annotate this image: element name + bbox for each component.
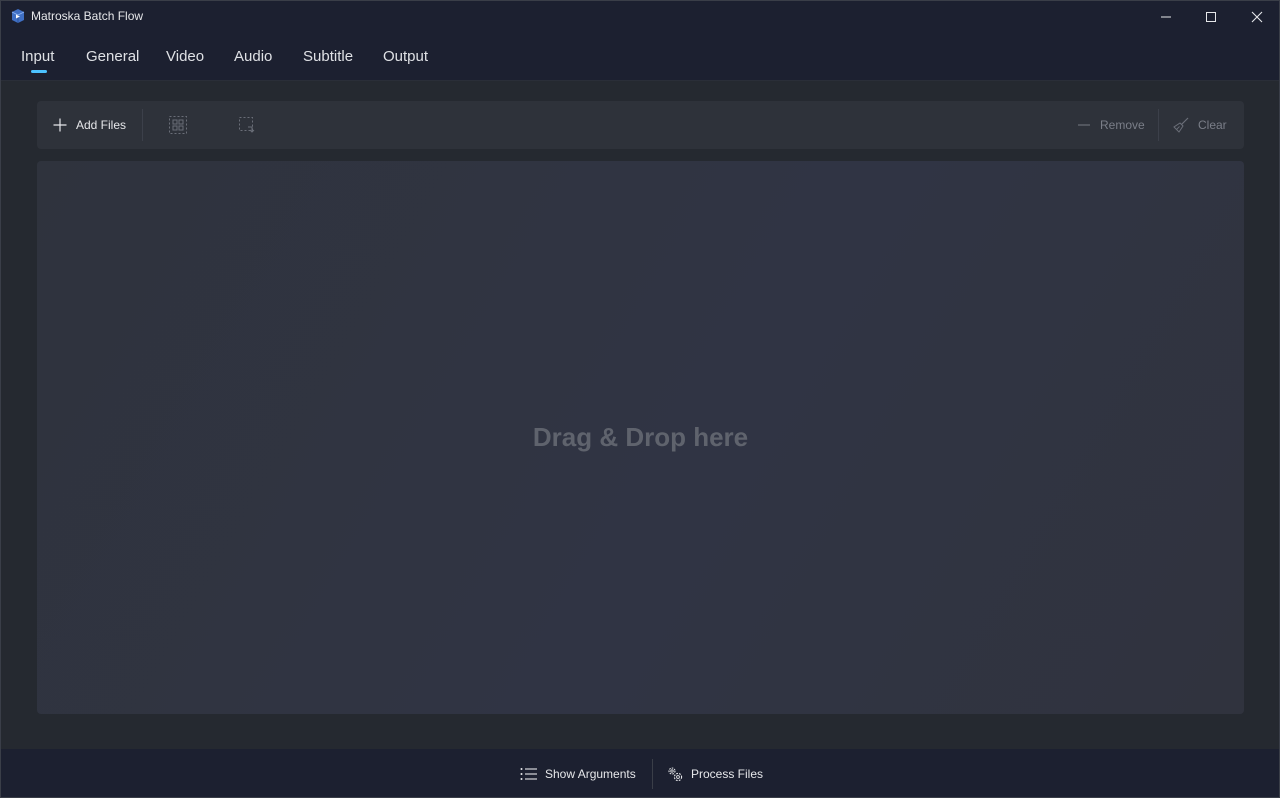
show-arguments-button[interactable]: Show Arguments <box>520 749 636 797</box>
select-all-button[interactable] <box>169 101 187 149</box>
process-files-label: Process Files <box>691 767 764 781</box>
tab-output[interactable]: Output <box>383 48 428 65</box>
file-toolbar: Add Files Remove Clear <box>37 101 1244 149</box>
toolbar-separator <box>142 109 143 141</box>
broom-icon <box>1173 117 1189 133</box>
maximize-button[interactable] <box>1188 1 1234 33</box>
clear-label: Clear <box>1198 118 1227 132</box>
footer-separator <box>652 759 653 789</box>
process-files-button[interactable]: Process Files <box>667 749 764 797</box>
toolbar-separator <box>1158 109 1159 141</box>
remove-label: Remove <box>1100 118 1145 132</box>
footer-command-bar: Show Arguments Process Files <box>1 749 1279 797</box>
invert-selection-icon <box>239 117 255 133</box>
tab-general[interactable]: General <box>86 48 139 65</box>
minimize-icon <box>1161 16 1171 18</box>
close-button[interactable] <box>1234 1 1279 33</box>
app-logo-icon <box>11 9 25 23</box>
file-drop-zone[interactable]: Drag & Drop here <box>37 161 1244 714</box>
gears-icon <box>668 767 683 782</box>
plus-icon <box>53 118 67 132</box>
show-arguments-label: Show Arguments <box>545 767 636 781</box>
input-page: Add Files Remove Clear Drag & Drop here <box>1 81 1279 749</box>
remove-button[interactable]: Remove <box>1077 101 1145 149</box>
tab-video[interactable]: Video <box>166 48 204 65</box>
minus-icon <box>1078 124 1090 126</box>
title-bar: Matroska Batch Flow <box>1 1 1279 33</box>
add-files-button[interactable]: Add Files <box>53 101 126 149</box>
tab-audio[interactable]: Audio <box>234 48 272 65</box>
select-all-icon <box>169 116 187 134</box>
tab-subtitle[interactable]: Subtitle <box>303 48 353 65</box>
selected-tab-indicator <box>31 70 47 73</box>
add-files-label: Add Files <box>76 118 127 132</box>
drop-zone-text: Drag & Drop here <box>532 422 749 452</box>
window-title: Matroska Batch Flow <box>31 9 144 23</box>
close-icon <box>1251 11 1263 23</box>
nav-tabs: Input General Video Audio Subtitle Outpu… <box>1 33 1279 81</box>
minimize-button[interactable] <box>1143 1 1189 33</box>
list-icon <box>520 768 537 780</box>
tab-input[interactable]: Input <box>21 48 54 65</box>
clear-button[interactable]: Clear <box>1173 101 1227 149</box>
app-window: Matroska Batch Flow Input General Video … <box>0 0 1280 798</box>
maximize-icon <box>1206 12 1216 22</box>
invert-selection-button[interactable] <box>238 101 256 149</box>
